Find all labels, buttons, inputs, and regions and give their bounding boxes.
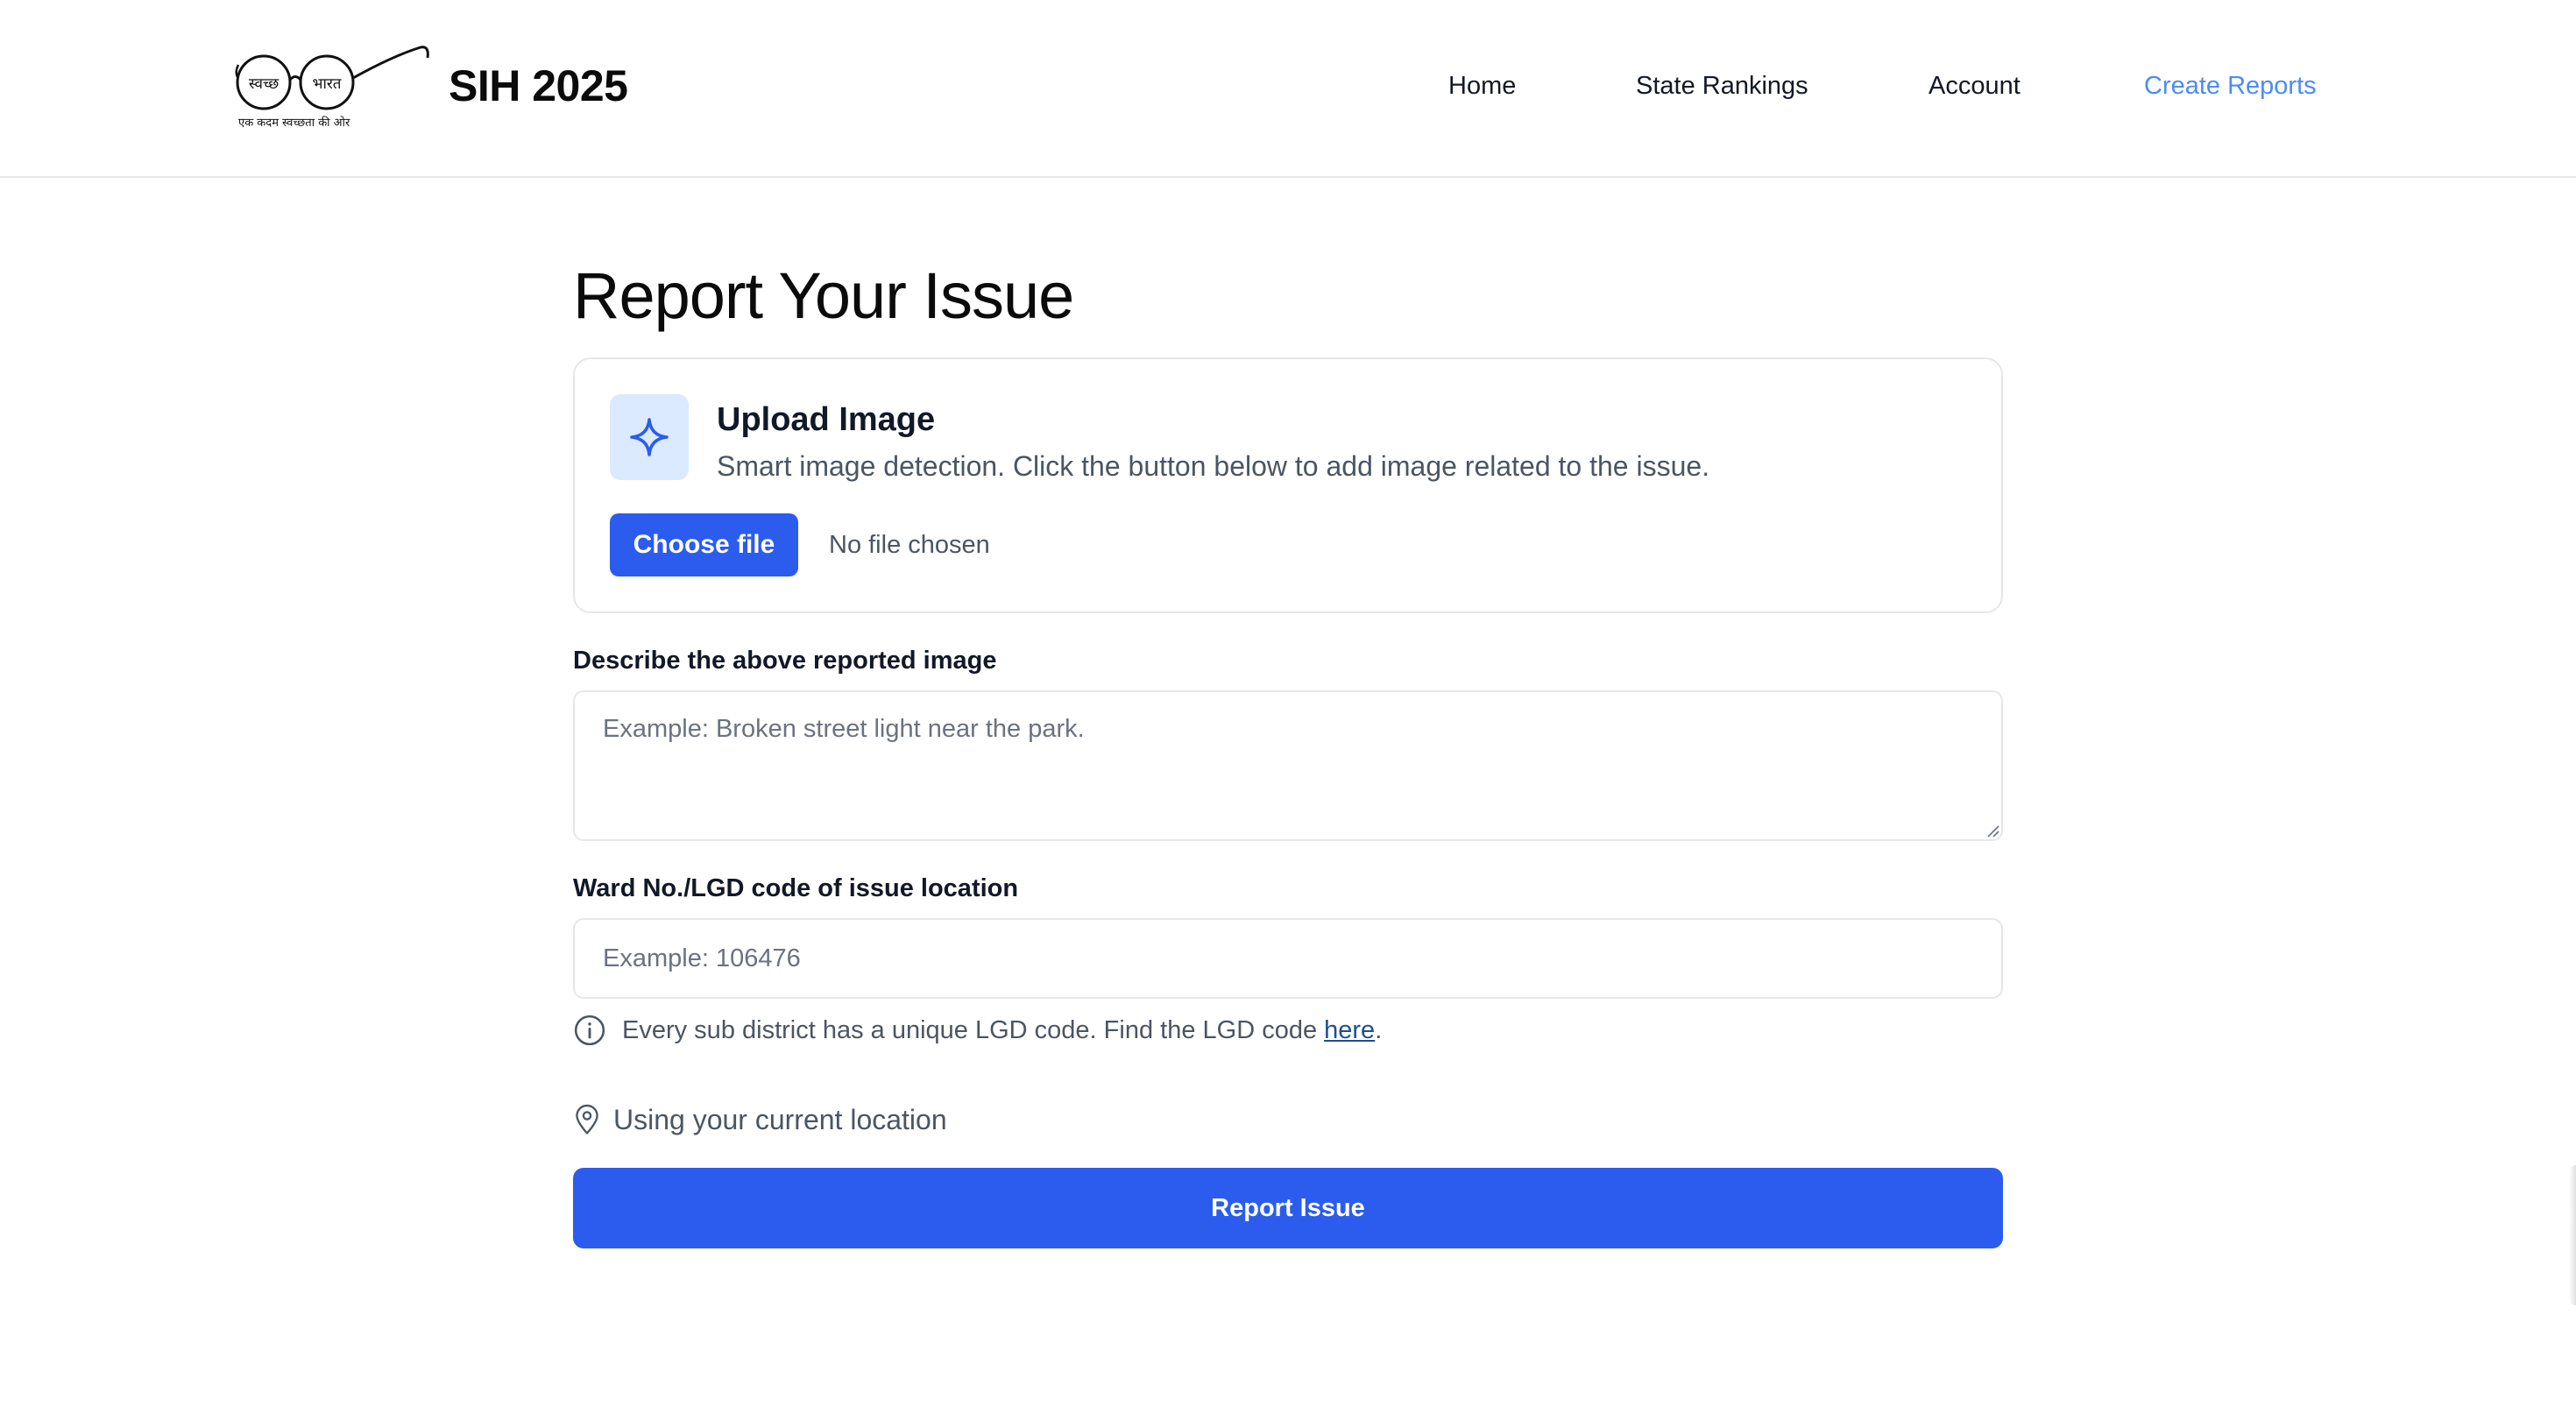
map-pin-icon	[576, 1104, 598, 1135]
svg-text:भारत: भारत	[313, 75, 342, 93]
top-navbar: स्वच्छ भारत एक कदम स्वच्छता की ओर SIH 20…	[0, 0, 2576, 178]
sparkle-icon	[630, 418, 669, 456]
lgd-hint-text: Every sub district has a unique LGD code…	[622, 1015, 1325, 1044]
scroll-edge-shadow	[2569, 1165, 2576, 1305]
lgd-code-link[interactable]: here	[1324, 1016, 1375, 1045]
info-icon	[574, 1015, 605, 1046]
upload-image-card: Upload Image Smart image detection. Clic…	[573, 357, 2003, 613]
svg-text:स्वच्छ: स्वच्छ	[249, 75, 280, 93]
resize-handle-icon[interactable]	[1985, 824, 1999, 838]
upload-icon-container	[610, 394, 689, 480]
swachh-bharat-logo[interactable]: स्वच्छ भारत एक कदम स्वच्छता की ओर	[235, 39, 432, 135]
nav-account[interactable]: Account	[1928, 68, 2020, 103]
page-title: Report Your Issue	[573, 259, 1074, 332]
brand-title[interactable]: SIH 2025	[449, 58, 628, 114]
description-textarea[interactable]	[573, 690, 2003, 841]
upload-description: Smart image detection. Click the button …	[717, 450, 1710, 482]
choose-file-button[interactable]: Choose file	[610, 513, 798, 576]
file-status-text: No file chosen	[829, 531, 990, 559]
description-label: Describe the above reported image	[573, 647, 997, 675]
nav-state-rankings[interactable]: State Rankings	[1636, 68, 1808, 103]
upload-title: Upload Image	[717, 401, 936, 438]
current-location-text: Using your current location	[613, 1103, 947, 1135]
lgd-hint: Every sub district has a unique LGD code…	[573, 1013, 1382, 1048]
current-location-indicator: Using your current location	[573, 1100, 947, 1139]
svg-text:एक कदम स्वच्छता की ओर: एक कदम स्वच्छता की ओर	[238, 116, 350, 130]
ward-lgd-label: Ward No./LGD code of issue location	[573, 874, 1019, 902]
lgd-hint-suffix: .	[1375, 1015, 1383, 1044]
nav-create-reports[interactable]: Create Reports	[2144, 68, 2317, 103]
nav-home[interactable]: Home	[1448, 68, 1516, 103]
ward-lgd-input[interactable]	[573, 918, 2003, 999]
report-issue-button[interactable]: Report Issue	[573, 1168, 2003, 1248]
